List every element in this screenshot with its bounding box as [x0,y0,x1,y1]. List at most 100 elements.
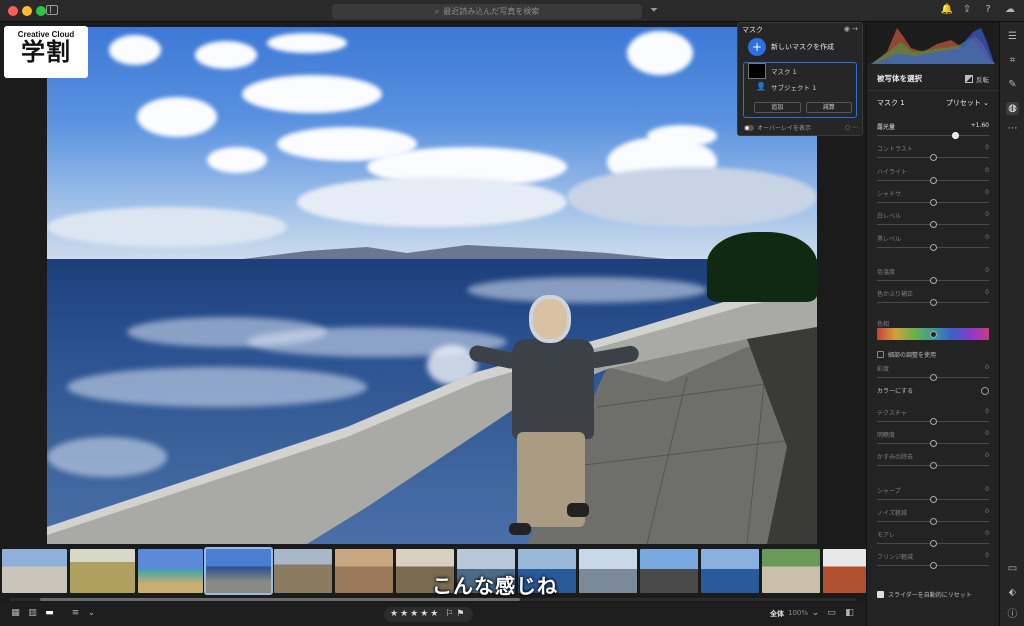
adjustment-slider[interactable]: フリンジ軽減 0 [877,552,989,572]
square-grid-icon[interactable]: ▥ [27,608,38,619]
color-picker-icon[interactable] [981,386,989,395]
grid-view-icon[interactable]: ▦ [10,608,21,619]
adjustment-slider[interactable]: かすみの除去 0 [877,452,989,472]
mask-popup-controls[interactable]: ◉ → [844,25,858,33]
slider-knob[interactable] [929,374,937,381]
overlay-row: オーバーレイを表示 ○ ⋯ [744,123,858,132]
cloud-icon[interactable]: ☁ [1003,4,1017,18]
slider-knob[interactable] [929,440,937,447]
film-thumbnail[interactable] [2,549,67,593]
overlay-toggle[interactable] [744,124,754,131]
auto-reset-checkbox[interactable] [877,591,884,598]
minimize-window-button[interactable] [22,6,32,16]
before-after-icon[interactable]: ◧ [844,608,855,619]
adjustment-slider[interactable]: 色かぶり補正 0 [877,289,989,309]
adjustment-slider[interactable]: 露光量 +1.60 [877,122,989,142]
slider-knob[interactable] [929,462,937,469]
saturation-slider[interactable]: 彩度 0 [877,364,989,384]
film-thumbnail[interactable] [640,549,698,593]
slider-knob[interactable] [929,540,937,547]
zoom-value[interactable]: 100% [788,609,808,617]
slider-knob[interactable] [929,199,937,206]
detail-view-icon[interactable]: ▬ [44,608,55,619]
film-thumbnail[interactable] [274,549,332,593]
film-thumbnail[interactable] [701,549,759,593]
info-icon[interactable]: ⓘ [1006,608,1019,621]
main-photo[interactable] [47,27,817,544]
slider-knob[interactable] [929,177,937,184]
hue-slider[interactable]: 色相 [877,319,989,345]
slider-knob[interactable] [929,418,937,425]
adjustment-slider[interactable]: ノイズ軽減 0 [877,508,989,528]
film-thumbnail-selected[interactable] [204,547,273,595]
sort-icon[interactable]: ≡ [70,608,81,619]
share-icon[interactable]: ⇪ [960,4,974,18]
auto-reset-row[interactable]: スライダーを自動的にリセット [877,590,972,599]
star-rating[interactable]: ★★★★★ ⚐⚑ [384,607,474,622]
invert-button[interactable]: 反転 [965,74,989,84]
slider-knob[interactable] [929,518,937,525]
slider-knob[interactable] [929,562,937,569]
invert-label: 反転 [976,75,989,84]
add-mask-button[interactable]: 追加 [754,102,801,113]
sliders-icon[interactable]: ☰ [1006,30,1019,43]
tag-icon[interactable]: ⬖ [1006,586,1019,599]
adjustment-slider[interactable]: シャドウ 0 [877,189,989,209]
zoom-fit-label[interactable]: 全体 [770,609,784,619]
hue-knob[interactable] [929,331,937,338]
adjustment-slider[interactable]: 色温度 0 [877,267,989,287]
close-window-button[interactable] [8,6,18,16]
create-mask-row[interactable]: + 新しいマスクを作成 [738,35,862,59]
adjustment-slider[interactable]: 白レベル 0 [877,211,989,231]
film-thumbnail[interactable] [335,549,393,593]
mask-item-subject1[interactable]: 👤 サブジェクト 1 [744,79,856,95]
film-thumbnail[interactable] [762,549,820,593]
adjustment-slider[interactable]: テクスチャ 0 [877,408,989,428]
slider-knob[interactable] [929,496,937,503]
more-tools-icon[interactable]: ⋯ [1006,122,1019,135]
slider-knob[interactable] [929,221,937,228]
adjustment-slider[interactable]: コントラスト 0 [877,144,989,164]
zoom-window-button[interactable] [36,6,46,16]
slider-knob[interactable] [929,154,937,161]
healing-brush-icon[interactable]: ✎ [1006,78,1019,91]
bell-icon[interactable]: 🔔 [940,4,954,18]
stars-text: ★★★★★ [390,609,441,619]
sidebar-toggle-icon[interactable] [46,5,58,15]
flag-icons[interactable]: ⚐⚑ [445,609,467,619]
subtract-mask-button[interactable]: 減算 [805,102,852,113]
fine-adjust-row[interactable]: 細部の調整を使用 [877,350,936,359]
help-icon[interactable]: ? [981,4,995,18]
chevron-down-icon[interactable]: ⌄ [86,608,97,619]
chevron-down-icon[interactable]: ⌄ [810,608,821,619]
preset-dropdown[interactable]: プリセット ⌄ [946,98,989,114]
slider-label: 色かぶり補正 [877,291,914,298]
fine-adjust-checkbox[interactable] [877,351,884,358]
plus-icon[interactable]: + [748,38,766,56]
search-input[interactable]: ⌕ 最近読み込んだ写真を検索 [332,4,642,19]
film-thumbnail[interactable] [70,549,135,593]
masking-icon[interactable]: ◍ [1006,102,1019,115]
filter-icon[interactable]: ⏷ [650,5,658,16]
color-label: カラーにする [877,388,914,395]
compare-icon[interactable]: ▭ [826,608,837,619]
film-thumbnail[interactable] [138,549,203,593]
film-thumbnail[interactable] [579,549,637,593]
slider-knob[interactable] [951,132,959,139]
saturation-label: 彩度 [877,366,890,373]
more-icon[interactable]: ○ ⋯ [845,124,858,131]
adjustment-slider[interactable]: 明瞭度 0 [877,430,989,450]
adjustment-slider[interactable]: モアレ 0 [877,530,989,550]
mask-item-mask1[interactable]: マスク 1 [744,63,856,79]
color-row[interactable]: カラーにする [877,386,989,395]
film-thumbnail[interactable] [823,549,866,593]
slider-value: 0 [985,530,989,537]
slider-knob[interactable] [929,299,937,306]
slider-knob[interactable] [929,244,937,251]
adjustment-slider[interactable]: シャープ 0 [877,486,989,506]
adjustment-slider[interactable]: ハイライト 0 [877,167,989,187]
adjustment-slider[interactable]: 黒レベル 0 [877,234,989,254]
slider-knob[interactable] [929,277,937,284]
comment-icon[interactable]: ▭ [1006,562,1019,575]
crop-icon[interactable]: ⌗ [1006,54,1019,67]
